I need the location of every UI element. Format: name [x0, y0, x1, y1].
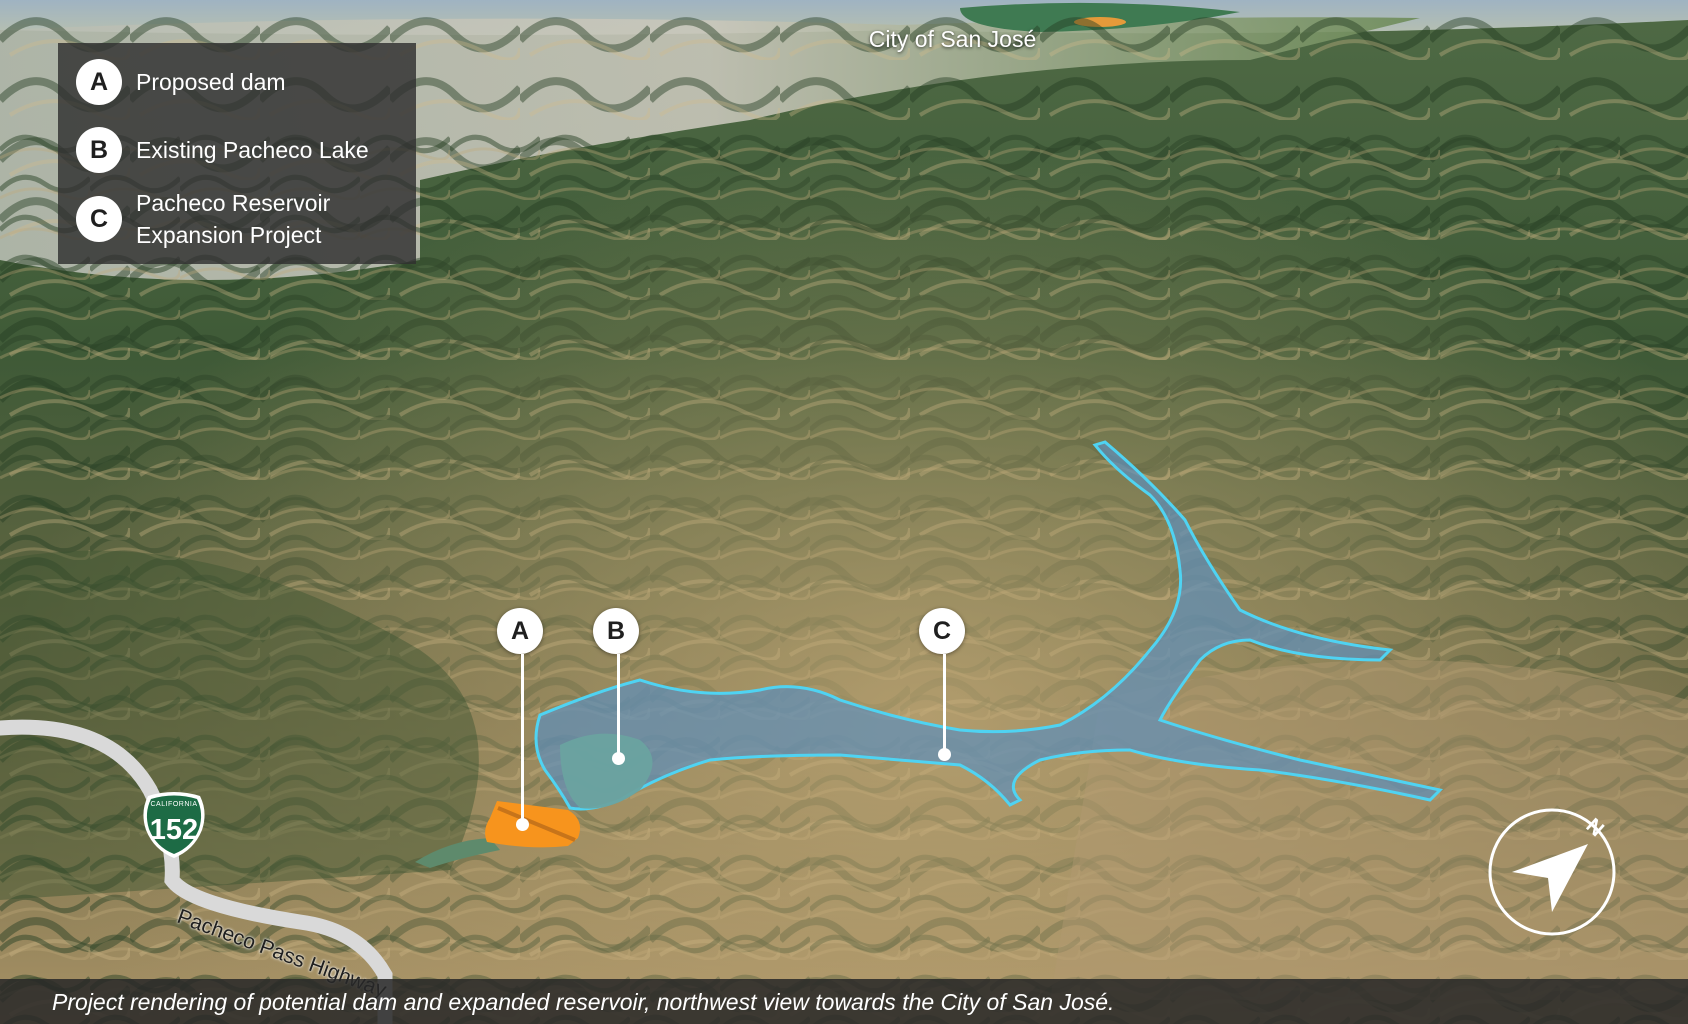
legend-label-existing-lake: Existing Pacheco Lake [136, 137, 369, 163]
legend-label-proposed-dam: Proposed dam [136, 69, 286, 95]
legend-badge-b: B [76, 127, 122, 173]
marker-dot-c [938, 748, 951, 761]
highway-152-shield: CALIFORNIA 152 [138, 790, 210, 862]
legend-item-expansion-project: C Pacheco Reservoir Expansion Project [76, 187, 366, 251]
compass: N [1486, 806, 1622, 942]
marker-stem-c [943, 654, 946, 754]
marker-dot-b [612, 752, 625, 765]
legend-badge-a: A [76, 59, 122, 105]
legend-label-expansion-project: Pacheco Reservoir Expansion Project [136, 190, 331, 248]
marker-stem-a [521, 654, 524, 824]
city-label: City of San José [868, 26, 1037, 52]
map-rendering: City of San José A Proposed dam B Existi… [0, 0, 1688, 1024]
marker-badge-b: B [593, 608, 639, 654]
legend-item-proposed-dam: A Proposed dam [76, 59, 286, 105]
legend-item-existing-lake: B Existing Pacheco Lake [76, 127, 369, 173]
marker-stem-b [617, 654, 620, 758]
marker-badge-c: C [919, 608, 965, 654]
legend-badge-c: C [76, 196, 122, 242]
caption-bar: Project rendering of potential dam and e… [0, 979, 1688, 1024]
caption-text: Project rendering of potential dam and e… [52, 989, 1115, 1015]
highway-shield-state: CALIFORNIA [150, 801, 198, 808]
marker-badge-a: A [497, 608, 543, 654]
legend-panel: A Proposed dam B Existing Pacheco Lake C… [58, 43, 416, 264]
marker-dot-a [516, 818, 529, 831]
highway-shield-number: 152 [149, 814, 199, 846]
